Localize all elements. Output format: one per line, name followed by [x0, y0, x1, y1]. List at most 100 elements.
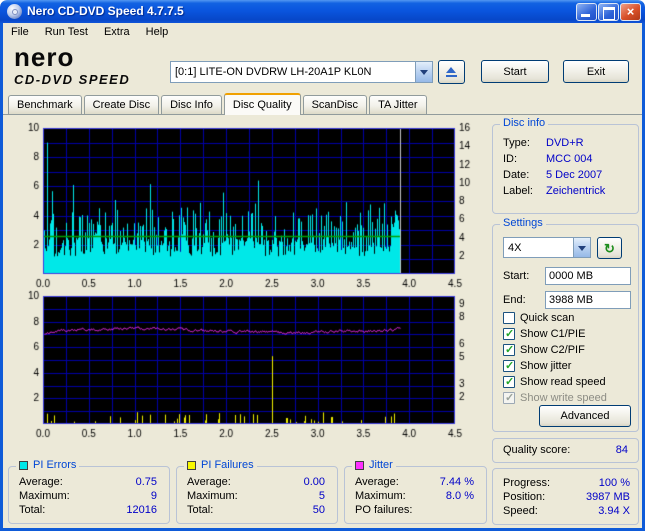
- menu-extra[interactable]: Extra: [96, 23, 138, 42]
- start-button[interactable]: Start: [481, 60, 549, 83]
- checkbox-quick-scan[interactable]: Quick scan: [503, 311, 574, 325]
- tab-create-disc[interactable]: Create Disc: [83, 95, 160, 114]
- pi-failures-caption-text: PI Failures: [201, 459, 254, 471]
- end-position-label: End:: [503, 294, 526, 306]
- pie-average-value: 0.75: [135, 476, 157, 488]
- speed-label: Speed:: [503, 505, 538, 517]
- settings-caption: Settings: [500, 217, 546, 229]
- tab-benchmark[interactable]: Benchmark: [8, 95, 82, 114]
- eject-button[interactable]: [438, 60, 465, 84]
- quality-score-value: 84: [615, 444, 628, 456]
- jitter-average-value: 7.44 %: [439, 476, 474, 488]
- pie-average-label: Average:: [19, 476, 63, 488]
- app-disc-icon: [7, 4, 22, 19]
- disc-date-label: Date:: [503, 169, 530, 181]
- disc-label-value: Zeichentrick: [546, 185, 606, 197]
- pif-total-label: Total:: [187, 504, 214, 516]
- pif-average-value: 0.00: [303, 476, 325, 488]
- quality-score-panel: Quality score: 84: [492, 438, 639, 463]
- pie-total-value: 12016: [126, 504, 157, 516]
- jitter-maximum-label: Maximum:: [355, 490, 406, 502]
- start-position-field[interactable]: [545, 267, 631, 285]
- checkbox-label: Quick scan: [520, 312, 575, 324]
- disc-info-panel: Disc info Type: DVD+R ID: MCC 004 Date: …: [492, 117, 639, 214]
- pi-failures-legend-icon: [187, 460, 196, 470]
- checkbox-box: [503, 327, 515, 340]
- pif-total-value: 50: [312, 504, 325, 516]
- start-position-label: Start:: [503, 270, 530, 282]
- tab-ta-jitter[interactable]: TA Jitter: [369, 95, 427, 114]
- checkbox-label: Show C1/PIE: [520, 328, 586, 340]
- checkbox-show-read-speed[interactable]: Show read speed: [503, 375, 606, 389]
- disc-date-value: 5 Dec 2007: [546, 169, 603, 181]
- nero-logo: nero CD-DVD SPEED: [14, 44, 130, 86]
- pif-maximum-value: 5: [318, 490, 325, 502]
- refresh-speeds-button[interactable]: ↻: [597, 237, 622, 259]
- checkbox-box: [503, 312, 515, 324]
- checkbox-box: [503, 343, 515, 356]
- tab-disc-info[interactable]: Disc Info: [161, 95, 222, 114]
- disc-id-value: MCC 004: [546, 153, 593, 165]
- checkbox-show-c2-pif[interactable]: Show C2/PIF: [503, 343, 585, 357]
- checkbox-label: Show C2/PIF: [520, 344, 585, 356]
- jitter-legend-icon: [355, 460, 364, 470]
- checkbox-show-c1-pie[interactable]: Show C1/PIE: [503, 327, 585, 341]
- jitter-caption: Jitter: [352, 459, 396, 471]
- exit-button[interactable]: Exit: [563, 60, 629, 83]
- disc-type-label: Type:: [503, 137, 530, 149]
- jitter-caption-text: Jitter: [369, 459, 393, 471]
- checkbox-label: Show write speed: [520, 392, 607, 404]
- disc-quality-charts: [8, 118, 488, 454]
- checkbox-show-write-speed[interactable]: Show write speed: [503, 391, 607, 405]
- minimize-button[interactable]: [576, 3, 597, 21]
- nero-logo-product: CD-DVD SPEED: [14, 72, 131, 87]
- jitter-panel: Jitter Average: 7.44 % Maximum: 8.0 % PO…: [344, 459, 487, 524]
- settings-panel: Settings 4X ↻ Start: End: Quick scan Sho…: [492, 217, 639, 432]
- po-failures-label: PO failures:: [355, 504, 413, 516]
- menu-run-test[interactable]: Run Test: [37, 23, 96, 42]
- jitter-average-label: Average:: [355, 476, 399, 488]
- disc-info-caption: Disc info: [500, 117, 549, 129]
- checkbox-box: [503, 359, 515, 372]
- checkbox-label: Show read speed: [520, 376, 606, 388]
- progress-value: 100 %: [598, 477, 630, 489]
- drive-selector-value: [0:1] LITE-ON DVDRW LH-20A1P KL0N: [175, 66, 372, 78]
- advanced-button[interactable]: Advanced: [539, 405, 631, 427]
- pi-errors-caption-text: PI Errors: [33, 459, 77, 471]
- pif-average-label: Average:: [187, 476, 231, 488]
- maximize-button[interactable]: [598, 3, 619, 21]
- progress-panel: Progress: 100 % Position: 3987 MB Speed:…: [492, 468, 639, 525]
- close-button[interactable]: ×: [620, 3, 641, 21]
- title-bar: Nero CD-DVD Speed 4.7.7.5 ×: [0, 0, 645, 23]
- checkbox-label: Show jitter: [520, 360, 572, 372]
- progress-label: Progress:: [503, 477, 551, 489]
- eject-icon: [446, 66, 457, 78]
- position-value: 3987 MB: [585, 491, 630, 503]
- menu-file[interactable]: File: [3, 23, 37, 42]
- pie-maximum-value: 9: [150, 490, 157, 502]
- drive-selector[interactable]: [0:1] LITE-ON DVDRW LH-20A1P KL0N: [170, 61, 433, 83]
- pi-failures-panel: PI Failures Average: 0.00 Maximum: 5 Tot…: [176, 459, 338, 524]
- nero-logo-brand: nero: [14, 42, 75, 72]
- checkbox-show-jitter[interactable]: Show jitter: [503, 359, 571, 373]
- checkbox-box: [503, 391, 515, 404]
- checkbox-box: [503, 375, 515, 388]
- disc-label-label: Label:: [503, 185, 533, 197]
- disc-type-value: DVD+R: [546, 137, 584, 149]
- speed-selector[interactable]: 4X: [503, 237, 591, 258]
- dropdown-arrow-icon[interactable]: [415, 62, 432, 82]
- disc-id-label: ID:: [503, 153, 518, 165]
- end-position-field[interactable]: [545, 291, 631, 309]
- window-border: [0, 23, 3, 531]
- tab-strip: Benchmark Create Disc Disc Info Disc Qua…: [8, 93, 429, 115]
- menu-help[interactable]: Help: [138, 23, 177, 42]
- app-window: Nero CD-DVD Speed 4.7.7.5 × File Run Tes…: [0, 0, 645, 531]
- pi-errors-legend-icon: [19, 460, 28, 470]
- dropdown-arrow-icon[interactable]: [573, 238, 590, 257]
- pif-maximum-label: Maximum:: [187, 490, 238, 502]
- tab-scandisc[interactable]: ScanDisc: [302, 95, 368, 114]
- menu-bar: File Run Test Extra Help: [3, 23, 642, 42]
- speed-selector-value: 4X: [508, 241, 522, 254]
- pie-total-label: Total:: [19, 504, 46, 516]
- tab-disc-quality[interactable]: Disc Quality: [223, 93, 301, 115]
